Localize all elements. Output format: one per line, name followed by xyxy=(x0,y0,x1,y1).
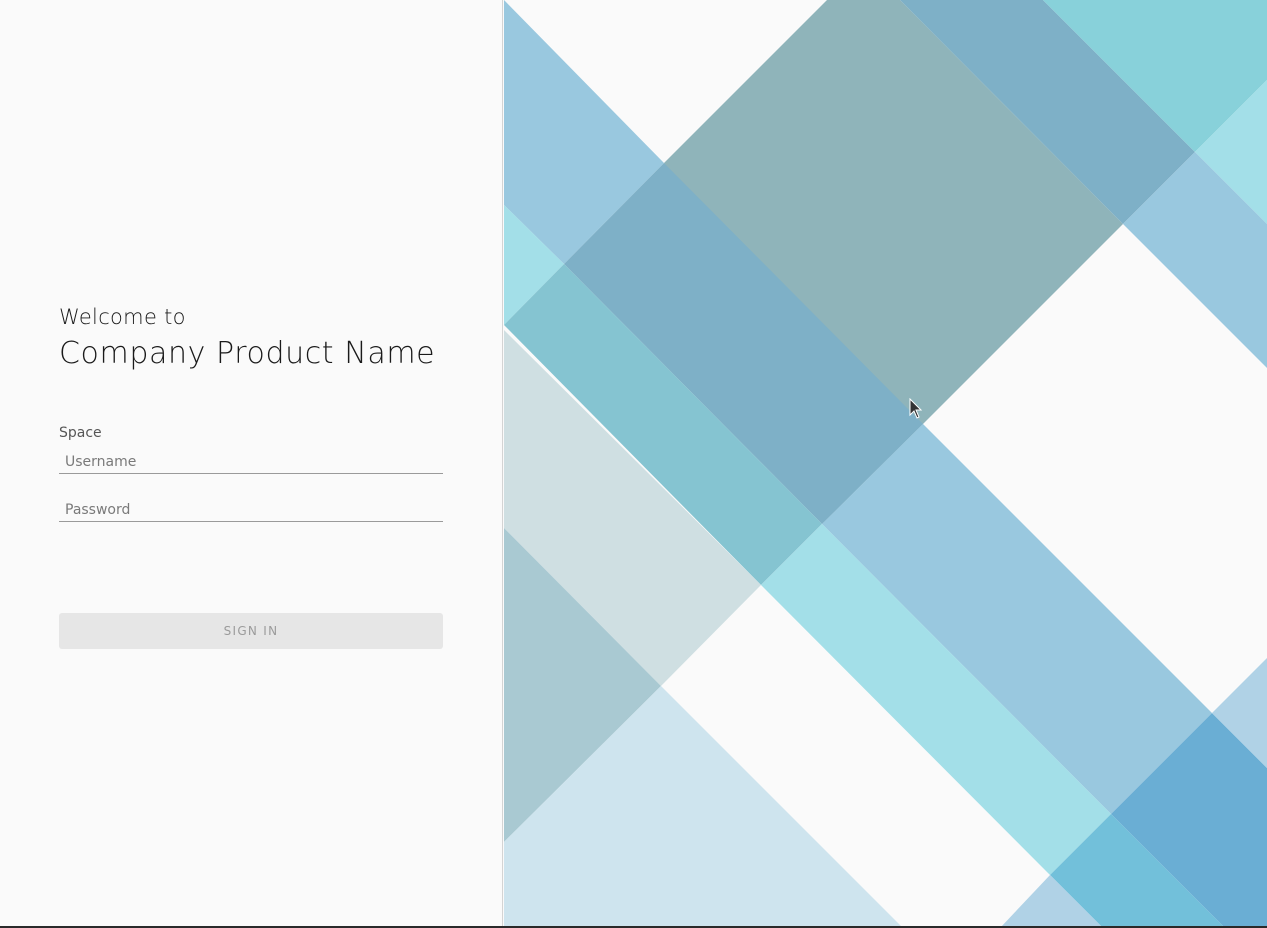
mouse-pointer-icon xyxy=(909,398,923,419)
sign-in-button[interactable]: SIGN IN xyxy=(59,613,443,649)
login-page: Welcome to Company Product Name Space SI… xyxy=(0,0,1267,928)
password-input[interactable] xyxy=(59,498,443,522)
welcome-text: Welcome to xyxy=(59,305,186,329)
geometric-pattern-graphic xyxy=(504,0,1267,928)
username-input[interactable] xyxy=(59,450,443,474)
product-name-title: Company Product Name xyxy=(59,336,436,371)
decorative-background-pattern xyxy=(504,0,1267,928)
space-label: Space xyxy=(59,425,102,441)
login-panel: Welcome to Company Product Name Space SI… xyxy=(0,0,503,928)
